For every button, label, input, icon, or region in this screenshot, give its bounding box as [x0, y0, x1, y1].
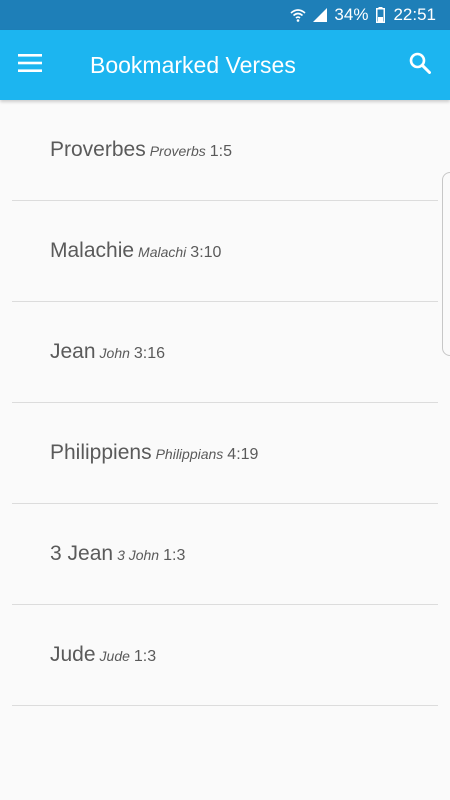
bookmark-content: Proverbes Proverbs 1:5 [50, 138, 232, 162]
book-name-english: Philippians [155, 446, 224, 462]
bookmark-list: Proverbes Proverbs 1:5 Malachie Malachi 3:10… [0, 100, 450, 706]
verse-reference: 4:19 [227, 446, 259, 463]
verse-reference: 1:5 [209, 143, 232, 160]
book-name-french: Jean [50, 340, 96, 363]
verse-reference: 1:3 [133, 648, 157, 665]
battery-icon [376, 7, 386, 23]
verse-reference: 1:3 [163, 547, 186, 564]
bookmark-content: Philippiens Philippians 4:19 [50, 441, 258, 465]
bookmark-content: 3 Jean 3 John 1:3 [50, 542, 185, 566]
verse-reference: 3:16 [133, 345, 166, 362]
book-name-english: 3 John [117, 547, 160, 563]
app-bar: Bookmarked Verses [0, 30, 450, 100]
book-name-french: Proverbes [50, 138, 146, 161]
bookmark-row[interactable]: 3 Jean 3 John 1:3 [12, 504, 438, 605]
status-bar: 34% 22:51 [0, 0, 450, 30]
bookmark-content: Malachie Malachi 3:10 [50, 239, 221, 263]
edge-panel-handle[interactable] [442, 172, 450, 356]
menu-button[interactable] [0, 30, 60, 100]
book-name-french: Malachie [50, 239, 135, 262]
bookmark-row[interactable]: Proverbes Proverbs 1:5 [12, 100, 438, 201]
bookmark-content: Jude Jude 1:3 [50, 643, 156, 667]
book-name-english: Malachi [138, 244, 187, 260]
bookmark-row[interactable]: Jude Jude 1:3 [12, 605, 438, 706]
bookmark-row[interactable]: Philippiens Philippians 4:19 [12, 403, 438, 504]
book-name-english: Jude [99, 648, 130, 664]
search-button[interactable] [390, 30, 450, 100]
clock: 22:51 [393, 5, 436, 24]
bookmark-content: Jean John 3:16 [50, 340, 165, 364]
menu-icon [18, 53, 42, 77]
verse-reference: 3:10 [190, 244, 222, 261]
search-icon [409, 52, 431, 79]
book-name-french: 3 Jean [50, 542, 114, 565]
bookmark-row[interactable]: Malachie Malachi 3:10 [12, 201, 438, 302]
book-name-french: Jude [50, 643, 96, 666]
bookmark-row[interactable]: Jean John 3:16 [12, 302, 438, 403]
book-name-english: John [99, 345, 130, 361]
page-title: Bookmarked Verses [90, 51, 296, 78]
wifi-icon [290, 7, 306, 23]
battery-percent: 34% [334, 5, 369, 24]
signal-icon [312, 7, 328, 23]
book-name-french: Philippiens [50, 441, 152, 464]
book-name-english: Proverbs [149, 143, 206, 159]
